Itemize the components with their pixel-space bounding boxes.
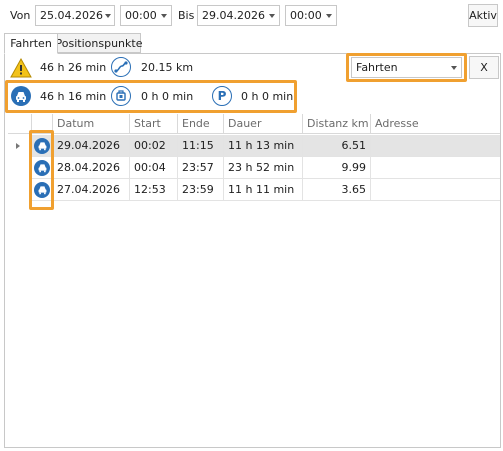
cell-start: 12:53 — [130, 179, 178, 201]
col-header-icon[interactable] — [32, 114, 53, 134]
grid-corner — [8, 114, 32, 134]
table-row[interactable]: 27.04.2026 12:53 23:59 11 h 11 min 3.65 — [32, 179, 500, 201]
engine-idle-icon — [111, 86, 131, 106]
cell-datum: 27.04.2026 — [53, 179, 130, 201]
chevron-down-icon[interactable] — [157, 6, 171, 25]
from-label: Von — [10, 9, 31, 22]
route-icon — [111, 57, 131, 77]
cell-datum: 28.04.2026 — [53, 157, 130, 179]
parking-time-value: 0 h 0 min — [241, 90, 294, 103]
col-header-adresse[interactable]: Adresse — [371, 114, 500, 134]
car-front-icon — [11, 86, 31, 106]
col-header-datum[interactable]: Datum — [53, 114, 130, 134]
chevron-down-icon[interactable] — [447, 58, 461, 77]
row-icon-cell — [32, 135, 53, 157]
cell-adresse — [371, 135, 500, 157]
cell-dauer: 23 h 52 min — [224, 157, 303, 179]
drive-time-value: 46 h 16 min — [40, 90, 107, 103]
to-date-picker[interactable]: 29.04.2026 — [197, 5, 280, 26]
car-front-icon — [34, 137, 50, 154]
col-header-distanz[interactable]: Distanz km — [303, 114, 371, 134]
row-icon-cell — [32, 157, 53, 179]
col-header-ende[interactable]: Ende — [178, 114, 224, 134]
cell-distanz: 9.99 — [303, 157, 371, 179]
col-header-dauer[interactable]: Dauer — [224, 114, 303, 134]
car-front-icon — [34, 159, 50, 176]
tab-fahrten[interactable]: Fahrten — [4, 33, 58, 54]
chevron-down-icon[interactable] — [322, 6, 336, 25]
row-icon-cell — [32, 179, 53, 201]
row-indicator[interactable] — [8, 135, 28, 157]
trip-type-value: Fahrten — [356, 61, 398, 74]
from-time-picker[interactable]: 00:00 — [120, 5, 172, 26]
table-row[interactable]: 28.04.2026 00:04 23:57 23 h 52 min 9.99 — [32, 157, 500, 179]
chevron-down-icon[interactable] — [265, 6, 279, 25]
from-date-value: 25.04.2026 — [40, 9, 103, 22]
cell-dauer: 11 h 11 min — [224, 179, 303, 201]
cell-ende: 23:57 — [178, 157, 224, 179]
from-date-picker[interactable]: 25.04.2026 — [35, 5, 115, 26]
total-distance-value: 20.15 km — [141, 61, 194, 74]
cell-ende: 11:15 — [178, 135, 224, 157]
row-indicator[interactable] — [8, 157, 28, 179]
cell-start: 00:02 — [130, 135, 178, 157]
cell-distanz: 6.51 — [303, 135, 371, 157]
warning-icon — [10, 57, 32, 78]
chevron-down-icon[interactable] — [103, 6, 114, 25]
cell-adresse — [371, 157, 500, 179]
row-indicator[interactable] — [8, 179, 28, 201]
cell-datum: 29.04.2026 — [53, 135, 130, 157]
cell-adresse — [371, 179, 500, 201]
cell-dauer: 11 h 13 min — [224, 135, 303, 157]
to-label: Bis — [178, 9, 195, 22]
parking-icon: P — [212, 86, 232, 106]
cell-distanz: 3.65 — [303, 179, 371, 201]
col-header-start[interactable]: Start — [130, 114, 178, 134]
tab-positionspunkte[interactable]: Positionspunkte — [56, 33, 142, 53]
cell-start: 00:04 — [130, 157, 178, 179]
cell-ende: 23:59 — [178, 179, 224, 201]
trips-grid: Datum Start Ende Dauer Distanz km Adress… — [32, 114, 500, 446]
idle-time-value: 0 h 0 min — [141, 90, 194, 103]
total-time-value: 46 h 26 min — [40, 61, 107, 74]
trip-type-select[interactable]: Fahrten — [351, 57, 462, 78]
to-time-picker[interactable]: 00:00 — [285, 5, 337, 26]
car-front-icon — [34, 181, 50, 198]
from-time-value: 00:00 — [125, 9, 157, 22]
clear-button[interactable]: X — [469, 56, 499, 79]
to-time-value: 00:00 — [290, 9, 322, 22]
table-row[interactable]: 29.04.2026 00:02 11:15 11 h 13 min 6.51 — [32, 135, 500, 157]
active-button[interactable]: Aktiv — [468, 4, 498, 27]
to-date-value: 29.04.2026 — [202, 9, 265, 22]
